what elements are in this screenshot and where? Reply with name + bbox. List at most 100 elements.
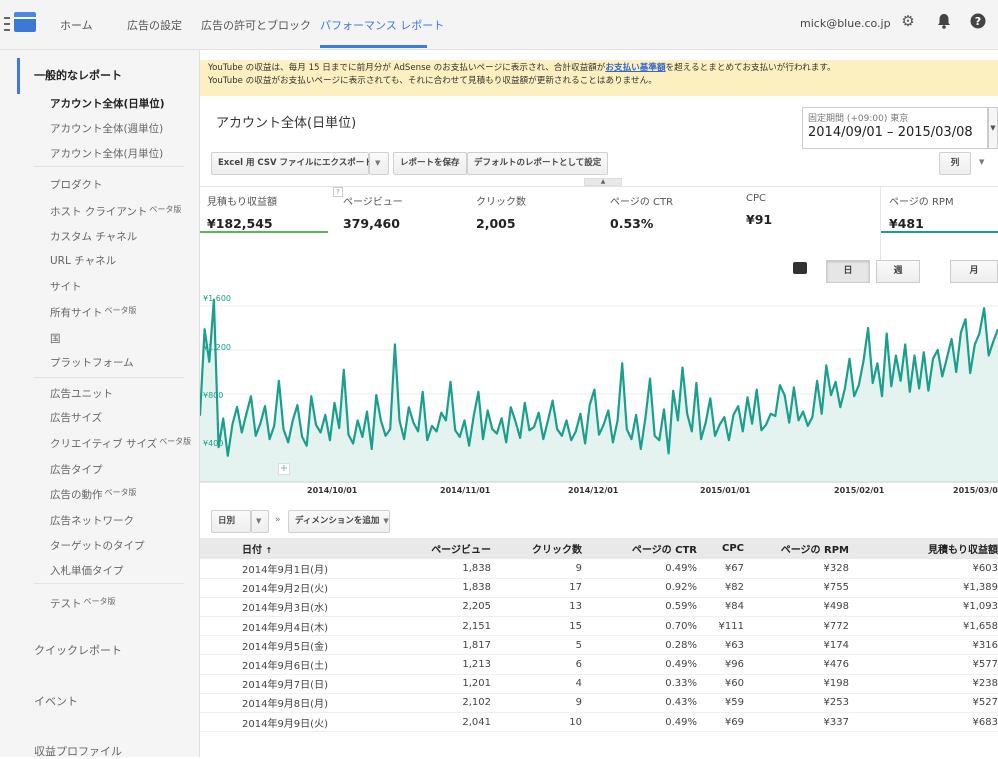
table-cell: ¥84 [697,597,744,618]
table-cell: ¥111 [697,616,744,637]
table-cell: 0.92% [582,578,697,598]
gear-icon[interactable]: ⚙ [900,13,916,29]
sidebar-item-product[interactable]: プロダクト [50,177,103,192]
nav-allow-block[interactable]: 広告の許可とブロック [201,17,311,33]
group-by-dropdown[interactable]: ▼ [251,510,269,533]
save-report-button[interactable]: レポートを保存 [393,152,467,175]
metric-clicks[interactable]: クリック数 2,005 [476,193,596,285]
sidebar-item-site[interactable]: サイト [50,279,82,294]
table-cell: 10 [491,712,582,733]
x-tick-label: 2014/12/01 [568,486,619,495]
bell-icon[interactable] [936,13,952,29]
divider [34,377,184,378]
granularity-week[interactable]: 週 [876,260,920,283]
banner-text: YouTube の収益は、毎月 15 日までに前月分が AdSense のお支払… [208,63,606,73]
table-cell: 1,838 [400,559,491,579]
sidebar-section-general[interactable]: 一般的なレポート [34,67,122,83]
table-cell: ¥63 [697,635,744,656]
sidebar-item-platform[interactable]: プラットフォーム [50,355,134,370]
sidebar-item-account-monthly[interactable]: アカウント全体(月単位) [50,146,163,161]
metric-label: クリック数 [476,197,526,208]
menu-icon[interactable] [4,17,10,31]
export-dropdown-button[interactable]: ▼ [369,152,389,175]
metric-estimated-earnings[interactable]: 見積もり収益額 ? ¥182,545 [200,187,343,285]
annotation-icon[interactable] [793,262,807,274]
table-controls: 日別 ▼ » ディメンションを追加 ▼ [200,505,998,539]
table-cell: 2014年9月1日(月) [200,559,400,579]
collapse-toggle[interactable]: ▲ [584,178,622,186]
sidebar-item-country[interactable]: 国 [50,331,61,346]
granularity-month[interactable]: 月 [950,260,998,283]
table-cell: ¥60 [697,674,744,694]
sidebar-item-host-client[interactable]: ホスト クライアント ベータ版 [50,204,181,219]
sidebar-item-targeting-type[interactable]: ターゲットのタイプ [50,538,145,553]
table-cell: ¥67 [697,559,744,579]
table-cell: 1,817 [400,635,491,656]
sidebar-item-ad-size[interactable]: 広告サイズ [50,410,102,425]
table-cell: ¥683 [849,712,998,733]
metric-value: ¥91 [746,212,773,227]
metric-page-ctr[interactable]: ページの CTR 0.53% [610,193,730,285]
columns-dropdown[interactable]: ▼ [975,152,998,175]
adsense-logo[interactable] [14,12,36,32]
col-header-clicks[interactable]: クリック数 [491,538,582,559]
help-icon[interactable]: ? [970,13,986,29]
table-cell: 6 [491,654,582,675]
nav-performance-reports[interactable]: パフォーマンス レポート [320,17,444,33]
table-cell: 0.70% [582,616,697,637]
table-cell: ¥316 [849,635,998,656]
sidebar-item-test[interactable]: テスト ベータ版 [50,596,116,611]
sidebar-events[interactable]: イベント [34,693,78,709]
sidebar-item-account-weekly[interactable]: アカウント全体(週単位) [50,121,163,136]
account-email[interactable]: mick@blue.co.jp [800,17,891,30]
sidebar-item-custom-channel[interactable]: カスタム チャネル [50,229,137,244]
col-header-date[interactable]: 日付 ↑ [200,538,400,559]
section-indicator [17,58,20,94]
table-cell: ¥328 [744,559,849,579]
table-cell: 17 [491,578,582,598]
help-icon[interactable]: ? [333,187,343,197]
columns-button[interactable]: 列 [939,152,971,175]
svg-text:?: ? [975,15,981,28]
metric-pageviews[interactable]: ページビュー 379,460 [343,193,463,285]
table-row: 2014年9月1日(月) 1,838 9 0.49% ¥67 ¥328 ¥603 [200,559,998,579]
date-dropdown-arrow[interactable]: ▼ [988,107,998,149]
metric-value: ¥481 [889,216,924,231]
sidebar-quick-reports[interactable]: クイックレポート [34,642,122,658]
col-header-page-ctr[interactable]: ページの CTR [582,538,697,559]
col-header-estimated-earnings[interactable]: 見積もり収益額 [849,538,998,559]
date-range-picker[interactable]: 固定期間 (+09:00) 東京 2014/09/01 – 2015/03/08 [802,107,988,149]
set-default-report-button[interactable]: デフォルトのレポートとして設定 [467,152,609,175]
table-cell: ¥1,658 [849,616,998,637]
col-header-cpc[interactable]: CPC [697,538,744,559]
group-by-button[interactable]: 日別 [211,510,251,533]
sidebar-item-ad-behavior[interactable]: 広告の動作 ベータ版 [50,487,137,502]
sidebar-item-ad-unit[interactable]: 広告ユニット [50,386,113,401]
sidebar-item-creative-size[interactable]: クリエイティブ サイズ ベータ版 [50,436,191,451]
table-cell: 0.33% [582,674,697,694]
nav-home[interactable]: ホーム [60,17,93,33]
payment-threshold-link[interactable]: お支払い基準額 [605,63,665,73]
col-header-pageviews[interactable]: ページビュー [400,538,491,559]
x-tick-label: 2015/03/01 [953,486,998,495]
metric-selected-line [200,231,328,233]
add-dimension-button[interactable]: ディメンションを追加 ▼ [288,510,390,533]
table-cell: ¥253 [744,693,849,714]
y-tick-label: ¥800 [203,391,224,400]
table-cell: 2,151 [400,616,491,637]
table-row: 2014年9月8日(月) 2,102 9 0.43% ¥59 ¥253 ¥527 [200,693,998,714]
sidebar-item-url-channel[interactable]: URL チャネル [50,253,116,268]
nav-ad-settings[interactable]: 広告の設定 [127,17,182,33]
sidebar-item-owned-site[interactable]: 所有サイト ベータ版 [50,305,137,320]
export-csv-button[interactable]: Excel 用 CSV ファイルにエクスポート [211,152,373,175]
sidebar-item-bid-type[interactable]: 入札単価タイプ [50,563,124,578]
sidebar-item-account-daily[interactable]: アカウント全体(日単位) [50,96,165,111]
table-cell: 2014年9月8日(月) [200,693,400,714]
sidebar-item-ad-network[interactable]: 広告ネットワーク [50,513,134,528]
col-header-page-rpm[interactable]: ページの RPM [744,538,849,559]
add-annotation-button[interactable]: + [278,463,290,475]
table-cell: 1,201 [400,674,491,694]
sidebar-item-ad-type[interactable]: 広告タイプ [50,462,103,477]
granularity-day[interactable]: 日 [826,260,870,283]
table-row: 2014年9月4日(木) 2,151 15 0.70% ¥111 ¥772 ¥1,658 [200,616,998,637]
